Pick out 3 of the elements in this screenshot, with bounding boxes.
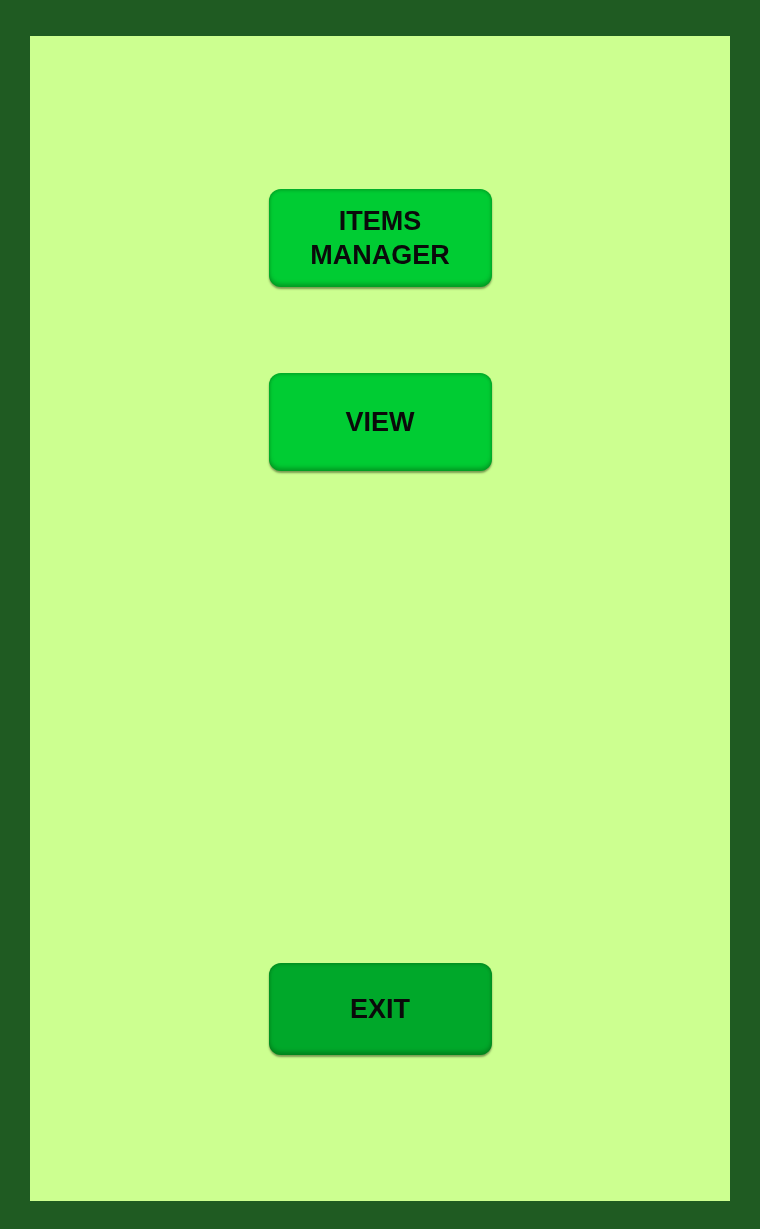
nav-button[interactable]: VIEW	[268, 373, 492, 471]
nav-button[interactable]: ITEMS MANAGER	[268, 189, 492, 287]
exit-button[interactable]: EXIT	[268, 963, 492, 1055]
